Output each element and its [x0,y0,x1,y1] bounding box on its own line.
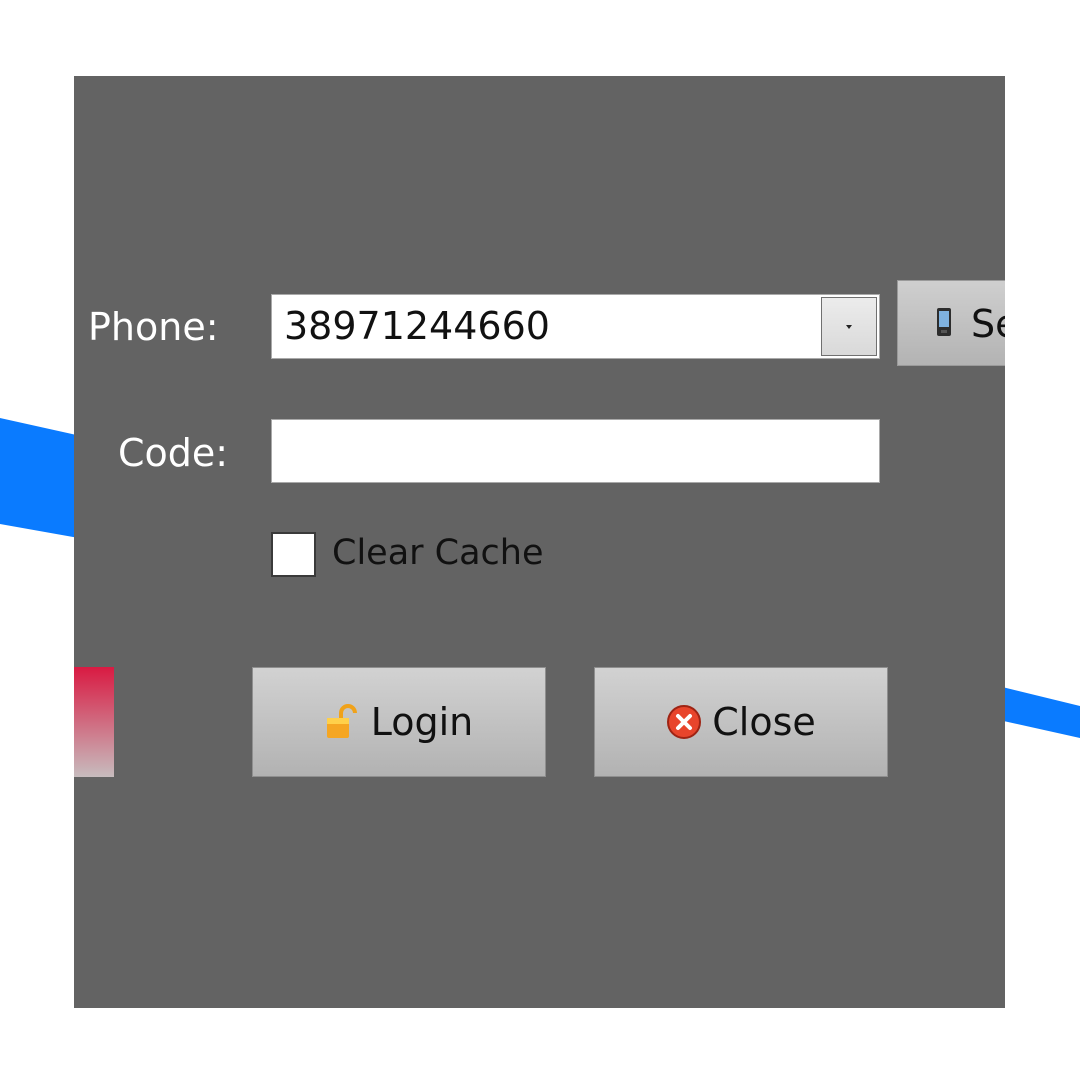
chevron-down-icon [846,324,852,329]
login-button[interactable]: Login [252,667,546,777]
clear-cache-checkbox[interactable] [271,532,316,577]
close-button[interactable]: Close [594,667,888,777]
login-label: Login [370,700,474,744]
send-code-button[interactable]: Se [897,280,1005,366]
padlock-icon [326,704,357,738]
close-circle-icon [667,705,702,739]
code-label: Code: [118,431,229,475]
code-input[interactable] [271,419,880,483]
accent-panel [74,667,114,777]
phone-dropdown-button[interactable] [821,297,877,356]
close-label: Close [712,700,816,744]
login-dialog: Phone: 38971244660 Se Code: Clear Cache [74,76,1005,1008]
mobile-phone-icon [937,308,951,336]
send-button-label: Se [971,302,1005,346]
phone-label: Phone: [88,305,219,349]
screenshot-stage: Phone: 38971244660 Se Code: Clear Cache [0,0,1080,1080]
phone-value[interactable]: 38971244660 [284,307,550,345]
clear-cache-label[interactable]: Clear Cache [332,536,544,571]
phone-combobox[interactable]: 38971244660 [271,294,880,359]
